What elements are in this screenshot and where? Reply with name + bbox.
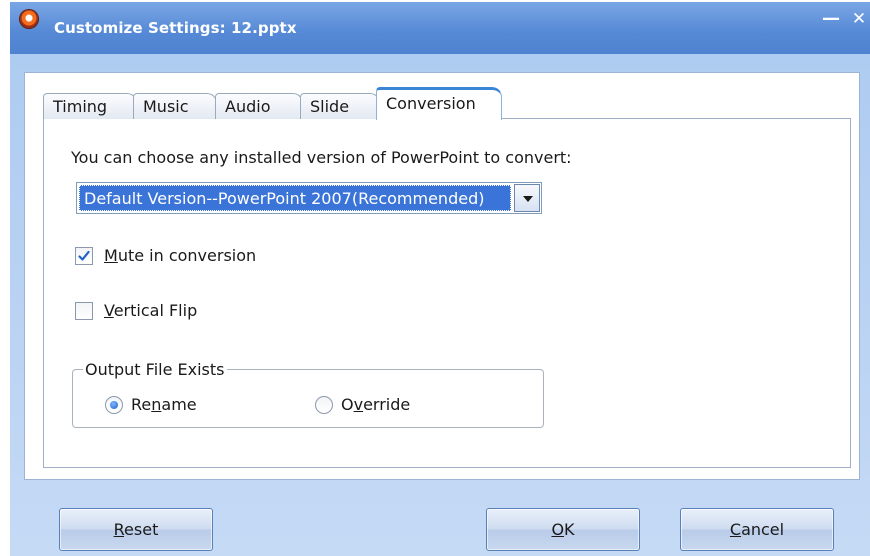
override-radio[interactable] — [315, 396, 333, 414]
mute-checkbox[interactable] — [75, 247, 93, 265]
rename-radio[interactable] — [105, 396, 123, 414]
vertical-flip-checkbox[interactable] — [75, 302, 93, 320]
cancel-button[interactable]: Cancel — [680, 508, 834, 551]
close-button[interactable]: ✕ — [850, 10, 868, 28]
checkmark-icon — [78, 250, 90, 261]
window-title: Customize Settings: 12.pptx — [54, 19, 297, 37]
tab-label: Slide — [310, 97, 350, 116]
tab-strip: Timing Music Audio Slide Conversion — [43, 87, 743, 120]
minimize-button[interactable]: — — [822, 10, 840, 28]
tab-label: Music — [143, 97, 189, 116]
powerpoint-version-select[interactable]: Default Version--PowerPoint 2007(Recomme… — [76, 182, 542, 214]
vertical-flip-label: Vertical Flip — [104, 301, 198, 320]
tab-label: Conversion — [386, 94, 476, 113]
app-logo-icon — [20, 10, 38, 28]
override-label: Override — [341, 395, 411, 414]
version-prompt-label: You can choose any installed version of … — [71, 148, 572, 167]
tab-timing[interactable]: Timing — [43, 93, 137, 119]
tab-label: Timing — [53, 97, 108, 116]
ok-button[interactable]: OK — [486, 508, 640, 551]
mute-label: Mute in conversion — [104, 246, 257, 265]
tab-music[interactable]: Music — [133, 93, 217, 119]
reset-button[interactable]: Reset — [59, 508, 213, 551]
tab-slide[interactable]: Slide — [300, 93, 380, 119]
group-legend: Output File Exists — [83, 360, 227, 379]
rename-label: Rename — [131, 395, 197, 414]
tab-conversion[interactable]: Conversion — [376, 87, 502, 120]
tab-audio[interactable]: Audio — [215, 93, 303, 119]
title-bar[interactable]: Customize Settings: 12.pptx — ✕ — [10, 2, 870, 54]
version-selected-value: Default Version--PowerPoint 2007(Recomme… — [79, 185, 511, 211]
chevron-down-icon[interactable] — [514, 184, 540, 212]
tab-label: Audio — [225, 97, 271, 116]
